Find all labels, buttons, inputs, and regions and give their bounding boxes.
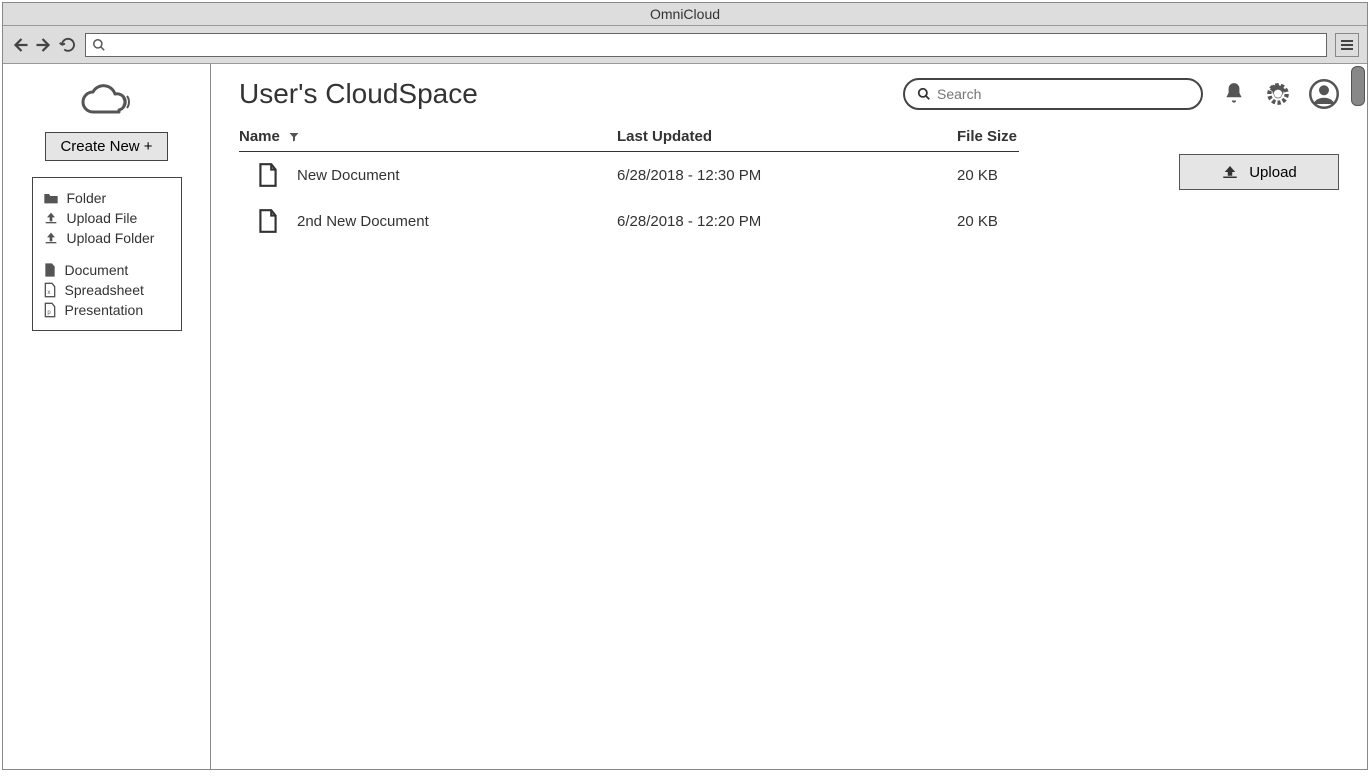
- menu-item-label: Presentation: [65, 302, 144, 318]
- file-table: Name Last Updated File Size New Document: [239, 128, 1019, 244]
- file-date: 6/28/2018 - 12:30 PM: [617, 167, 957, 184]
- avatar-icon[interactable]: [1309, 79, 1339, 109]
- cloud-logo-icon: [79, 84, 135, 120]
- file-name: 2nd New Document: [297, 213, 429, 230]
- menu-item-upload-file[interactable]: Upload File: [43, 208, 171, 228]
- page-title: User's CloudSpace: [239, 78, 478, 110]
- sidebar: Create New + Folder Upload File: [3, 64, 211, 769]
- upload-icon: [43, 211, 59, 225]
- menu-item-label: Spreadsheet: [65, 282, 144, 298]
- back-icon[interactable]: [11, 36, 29, 54]
- file-size: 20 KB: [957, 167, 1019, 184]
- upload-button[interactable]: Upload: [1179, 154, 1339, 190]
- filter-icon[interactable]: [288, 131, 300, 143]
- search-box[interactable]: [903, 78, 1203, 110]
- file-size: 20 KB: [957, 213, 1019, 230]
- bell-icon[interactable]: [1221, 81, 1247, 107]
- column-header-size[interactable]: File Size: [957, 128, 1019, 145]
- menu-item-upload-folder[interactable]: Upload Folder: [43, 228, 171, 248]
- forward-icon[interactable]: [35, 36, 53, 54]
- create-menu: Folder Upload File Upload Folder: [32, 177, 182, 331]
- column-header-name[interactable]: Name: [239, 128, 617, 145]
- window-title: OmniCloud: [3, 3, 1367, 26]
- column-header-date[interactable]: Last Updated: [617, 128, 957, 145]
- menu-item-label: Folder: [67, 190, 107, 206]
- url-bar[interactable]: [85, 33, 1327, 57]
- table-row[interactable]: 2nd New Document 6/28/2018 - 12:20 PM 20…: [239, 198, 1019, 244]
- browser-toolbar: [3, 26, 1367, 64]
- svg-text:x: x: [47, 290, 50, 296]
- menu-item-label: Document: [65, 262, 129, 278]
- svg-text:p: p: [47, 310, 51, 316]
- spreadsheet-icon: x: [43, 282, 57, 298]
- presentation-icon: p: [43, 302, 57, 318]
- col-name-label: Name: [239, 128, 280, 145]
- document-icon: [257, 162, 279, 188]
- menu-item-document[interactable]: Document: [43, 260, 171, 280]
- main-content: User's CloudSpace: [211, 64, 1367, 769]
- search-icon: [917, 87, 931, 101]
- folder-icon: [43, 191, 59, 205]
- upload-icon: [1221, 164, 1239, 180]
- scrollbar-thumb[interactable]: [1351, 66, 1365, 106]
- search-icon: [92, 38, 106, 52]
- file-date: 6/28/2018 - 12:20 PM: [617, 213, 957, 230]
- file-name: New Document: [297, 167, 400, 184]
- create-new-button[interactable]: Create New +: [45, 132, 167, 161]
- menu-icon[interactable]: [1335, 33, 1359, 57]
- menu-item-label: Upload File: [67, 210, 138, 226]
- menu-item-spreadsheet[interactable]: x Spreadsheet: [43, 280, 171, 300]
- search-input[interactable]: [937, 86, 1189, 102]
- menu-item-label: Upload Folder: [67, 230, 155, 246]
- document-icon: [257, 208, 279, 234]
- menu-item-presentation[interactable]: p Presentation: [43, 300, 171, 320]
- upload-icon: [43, 231, 59, 245]
- gear-icon[interactable]: [1265, 81, 1291, 107]
- menu-item-folder[interactable]: Folder: [43, 188, 171, 208]
- upload-label: Upload: [1249, 164, 1297, 181]
- document-icon: [43, 262, 57, 278]
- refresh-icon[interactable]: [59, 36, 77, 54]
- table-row[interactable]: New Document 6/28/2018 - 12:30 PM 20 KB: [239, 152, 1019, 198]
- url-input[interactable]: [110, 37, 1320, 52]
